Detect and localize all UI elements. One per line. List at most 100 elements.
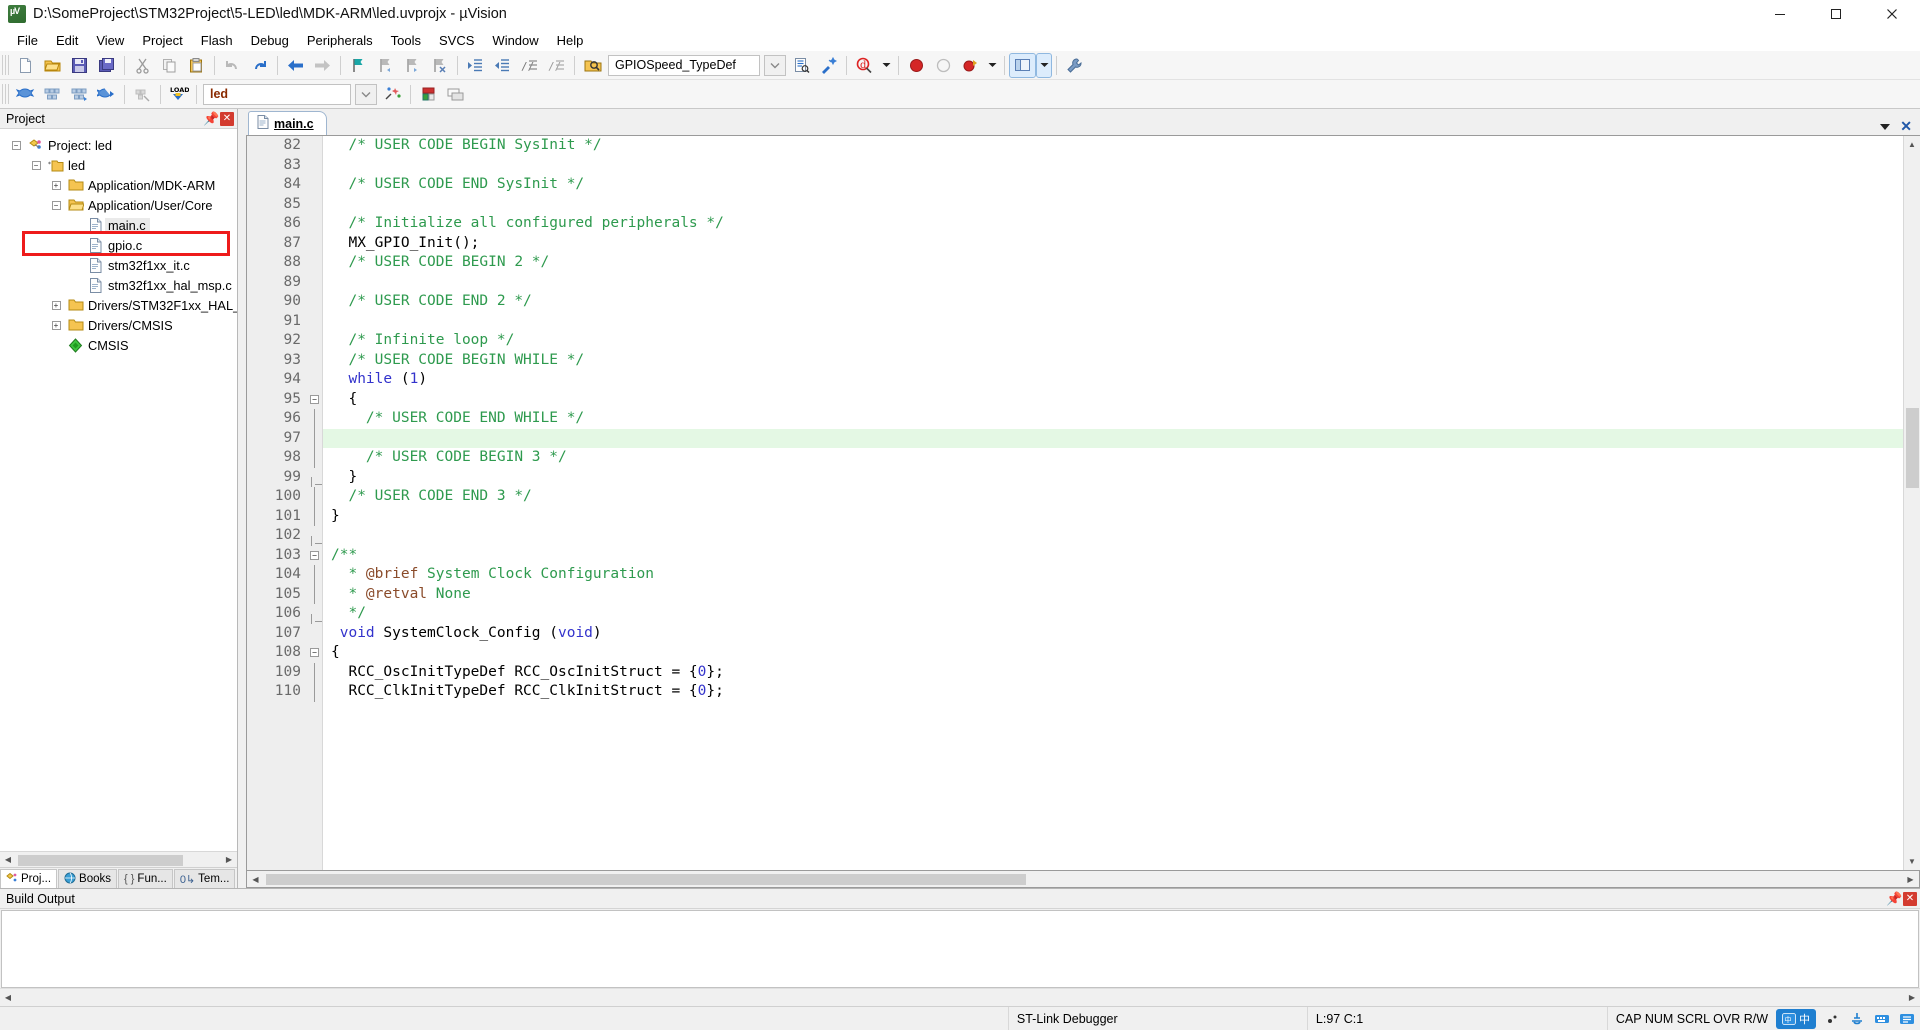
code-text[interactable]: /* USER CODE BEGIN SysInit */ /* USER CO… (323, 136, 1903, 870)
code-line[interactable]: /* USER CODE BEGIN SysInit */ (323, 136, 1903, 156)
ime-punct-icon[interactable] (1822, 1009, 1841, 1028)
chevron-down-icon[interactable] (764, 54, 786, 76)
menu-edit[interactable]: Edit (47, 31, 87, 50)
scroll-down-icon[interactable]: ▼ (1904, 853, 1920, 870)
menu-view[interactable]: View (87, 31, 133, 50)
start-stop-debug-icon[interactable] (904, 54, 929, 77)
close-icon[interactable]: ✕ (1900, 118, 1912, 135)
scroll-left-icon[interactable]: ◀ (0, 990, 16, 1005)
tree-item-application-user-core[interactable]: − Application/User/Core (0, 195, 237, 215)
menu-flash[interactable]: Flash (192, 31, 242, 50)
tree-item-cmsis[interactable]: CMSIS (0, 335, 237, 355)
layout-dropdown-icon[interactable] (1036, 52, 1052, 78)
menu-window[interactable]: Window (483, 31, 547, 50)
code-line[interactable]: } (323, 468, 1903, 488)
redo-icon[interactable] (247, 54, 272, 77)
maximize-icon[interactable] (1808, 0, 1864, 29)
navigate-back-icon[interactable] (283, 54, 308, 77)
code-line[interactable] (323, 156, 1903, 176)
comment-icon[interactable]: // (517, 54, 542, 77)
code-line[interactable]: /* USER CODE END 3 */ (323, 487, 1903, 507)
scroll-track[interactable] (16, 990, 1904, 1005)
code-line[interactable] (323, 273, 1903, 293)
tree-item-drivers-stm32f1xx-hal[interactable]: + Drivers/STM32F1xx_HAL_Dri (0, 295, 237, 315)
toolbar-grip[interactable] (2, 84, 9, 104)
code-line[interactable]: /* USER CODE END SysInit */ (323, 175, 1903, 195)
toggle-bookmark-icon[interactable] (346, 54, 371, 77)
target-chevron-down-icon[interactable] (355, 83, 377, 105)
code-line[interactable]: while (1) (323, 370, 1903, 390)
code-folding-column[interactable]: − − − (307, 136, 323, 870)
open-file-icon[interactable] (40, 54, 65, 77)
translate-icon[interactable] (13, 83, 38, 106)
expander[interactable]: + (46, 180, 66, 190)
scroll-thumb[interactable] (1906, 408, 1919, 488)
tree-item-stm32f1xx-it-c[interactable]: stm32f1xx_it.c (0, 255, 237, 275)
scroll-right-icon[interactable]: ▶ (221, 852, 237, 867)
chevron-down-icon[interactable] (1880, 123, 1891, 130)
scroll-left-icon[interactable]: ◀ (247, 872, 264, 887)
window-layout-icon[interactable] (1009, 52, 1036, 78)
copy-icon[interactable] (157, 54, 182, 77)
insert-breakpoint-icon[interactable] (931, 54, 956, 77)
code-line[interactable]: } (323, 507, 1903, 527)
menu-peripherals[interactable]: Peripherals (298, 31, 382, 50)
indent-icon[interactable] (463, 54, 488, 77)
find-in-files-icon[interactable] (580, 54, 605, 77)
fold-toggle-icon[interactable]: − (307, 546, 322, 566)
configuration-wizard-icon[interactable] (816, 54, 841, 77)
scroll-track[interactable] (264, 872, 1902, 887)
ime-keyboard-icon[interactable] (1847, 1009, 1866, 1028)
expander[interactable]: + (46, 320, 66, 330)
scroll-track[interactable] (16, 852, 221, 867)
expander[interactable]: + (46, 300, 66, 310)
tree-item-stm32f1xx-hal-msp-c[interactable]: stm32f1xx_hal_msp.c (0, 275, 237, 295)
find-dropdown-icon[interactable] (879, 54, 893, 77)
next-bookmark-icon[interactable] (400, 54, 425, 77)
menu-project[interactable]: Project (133, 31, 191, 50)
code-line[interactable]: * @retval None (323, 585, 1903, 605)
configure-icon[interactable] (1062, 54, 1087, 77)
fold-toggle-icon[interactable]: − (307, 643, 322, 663)
cut-icon[interactable] (130, 54, 155, 77)
target-options-icon[interactable] (380, 83, 405, 106)
tree-item-project-led[interactable]: − Project: led (0, 135, 237, 155)
tab-books[interactable]: Books (58, 869, 118, 888)
new-file-icon[interactable] (13, 54, 38, 77)
scroll-left-icon[interactable]: ◀ (0, 852, 16, 867)
navigate-forward-icon[interactable] (310, 54, 335, 77)
clear-bookmarks-icon[interactable] (427, 54, 452, 77)
target-combo[interactable]: led (203, 83, 351, 105)
code-line[interactable]: /** (323, 546, 1903, 566)
build-icon[interactable] (40, 83, 65, 106)
menu-debug[interactable]: Debug (242, 31, 298, 50)
tree-item-application-mdk-arm[interactable]: + Application/MDK-ARM (0, 175, 237, 195)
code-surface[interactable]: 82 83 84 85 86 87 88 89 90 91 92 93 94 9… (247, 136, 1903, 870)
manage-project-items-icon[interactable] (416, 83, 441, 106)
save-all-icon[interactable] (94, 54, 119, 77)
project-horizontal-scrollbar[interactable]: ◀ ▶ (0, 851, 237, 867)
tree-item-led-target[interactable]: − led (0, 155, 237, 175)
tab-functions[interactable]: { } Fun... (118, 869, 173, 888)
code-line[interactable] (323, 195, 1903, 215)
scroll-track[interactable] (1904, 153, 1920, 853)
toolbar-grip[interactable] (2, 55, 9, 75)
code-line[interactable]: void SystemClock_Config (void) (323, 624, 1903, 644)
code-line[interactable]: { (323, 643, 1903, 663)
undo-icon[interactable] (220, 54, 245, 77)
code-line[interactable]: /* USER CODE END 2 */ (323, 292, 1903, 312)
code-line[interactable]: /* USER CODE BEGIN 2 */ (323, 253, 1903, 273)
code-line[interactable]: /* Infinite loop */ (323, 331, 1903, 351)
expander[interactable]: − (46, 200, 66, 210)
code-line[interactable]: MX_GPIO_Init(); (323, 234, 1903, 254)
minimize-icon[interactable] (1752, 0, 1808, 29)
code-horizontal-scrollbar[interactable]: ◀ ▶ (246, 871, 1920, 888)
search-combo[interactable]: GPIOSpeed_TypeDef (608, 54, 760, 76)
close-icon[interactable] (1864, 0, 1920, 29)
expander[interactable]: − (6, 140, 26, 150)
code-editor[interactable]: 82 83 84 85 86 87 88 89 90 91 92 93 94 9… (246, 135, 1920, 871)
ime-menu-icon[interactable] (1897, 1009, 1916, 1028)
menu-svcs[interactable]: SVCS (430, 31, 483, 50)
previous-bookmark-icon[interactable] (373, 54, 398, 77)
close-icon[interactable]: ✕ (1903, 891, 1917, 906)
